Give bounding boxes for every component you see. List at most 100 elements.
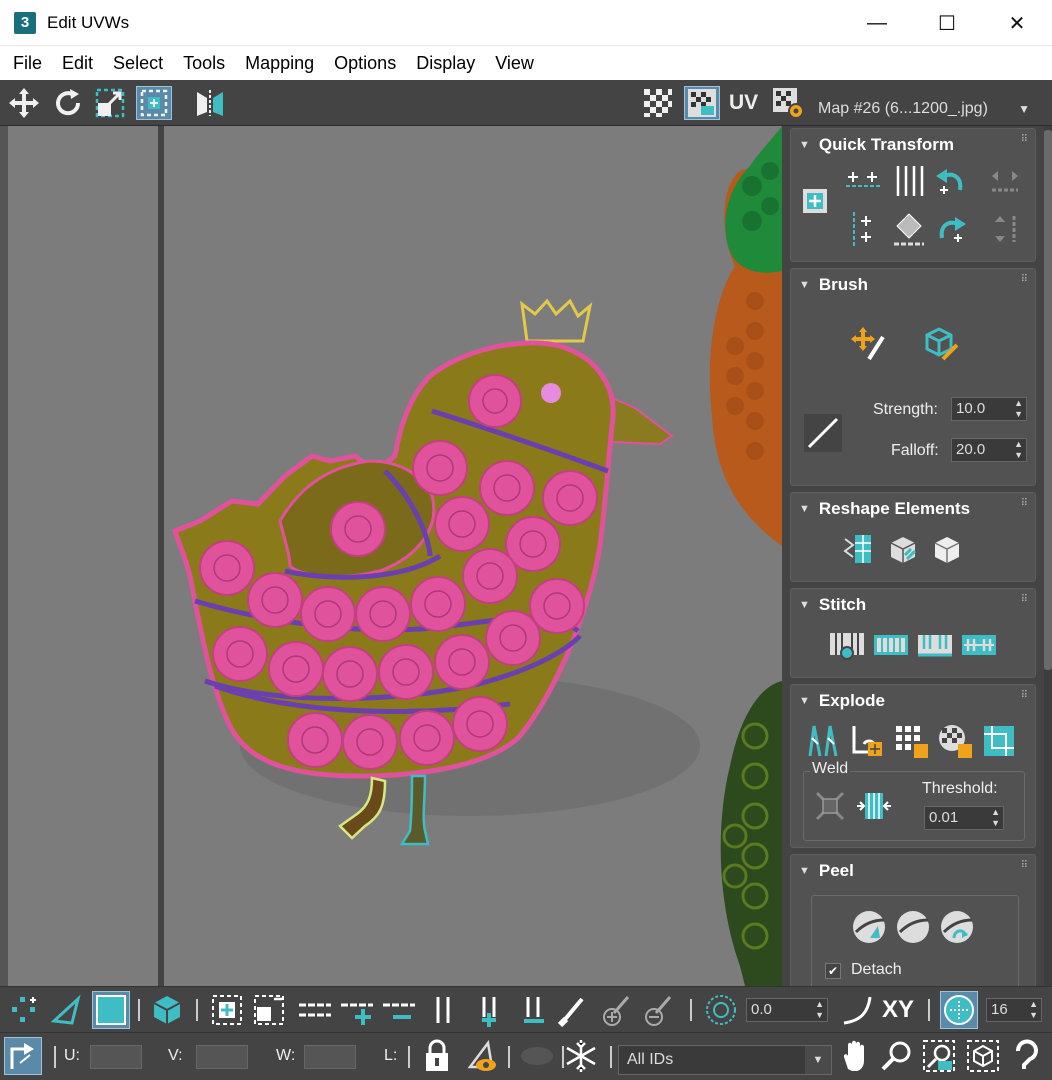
grip-icon[interactable]: ⠿ bbox=[1021, 691, 1028, 701]
zoom-region-icon[interactable] bbox=[920, 1037, 958, 1075]
rotate-icon[interactable] bbox=[50, 86, 86, 120]
stitch-average-icon[interactable] bbox=[915, 625, 955, 665]
help-icon[interactable] bbox=[1008, 1037, 1046, 1075]
explode-checker-icon[interactable] bbox=[935, 721, 975, 761]
w-coordinate-input[interactable] bbox=[304, 1045, 356, 1069]
grip-icon[interactable]: ⠿ bbox=[1021, 275, 1028, 285]
uv-shell-beak[interactable] bbox=[611, 396, 674, 446]
paint-select-icon[interactable] bbox=[554, 991, 592, 1029]
menu-mapping[interactable]: Mapping bbox=[235, 46, 324, 80]
soft-selection-falloff-spinner[interactable]: 0.0 ▲ ▼ bbox=[746, 998, 828, 1022]
flip-horizontal-icon[interactable] bbox=[985, 161, 1025, 201]
paint-move-brush-icon[interactable] bbox=[849, 323, 889, 363]
rotate-ccw-icon[interactable] bbox=[931, 161, 971, 201]
relax-icon[interactable] bbox=[927, 529, 967, 569]
rollout-brush-header[interactable]: ▼ Brush bbox=[799, 275, 868, 295]
straighten-selection-icon[interactable] bbox=[839, 529, 879, 569]
show-map-icon[interactable] bbox=[684, 86, 720, 120]
ring-grow-icon[interactable] bbox=[470, 991, 508, 1029]
uv-shell-crown[interactable] bbox=[520, 298, 593, 343]
map-settings-icon[interactable] bbox=[770, 86, 806, 120]
pan-hand-icon[interactable] bbox=[836, 1037, 874, 1075]
quick-peel-icon[interactable] bbox=[849, 907, 889, 947]
falloff-type-icon[interactable] bbox=[838, 991, 876, 1029]
relax-until-flat-icon[interactable] bbox=[883, 529, 923, 569]
stitch-to-target-icon[interactable] bbox=[871, 625, 911, 665]
menu-view[interactable]: View bbox=[485, 46, 544, 80]
edge-mode-icon[interactable] bbox=[48, 991, 86, 1029]
flatten-icon[interactable] bbox=[979, 721, 1019, 761]
edge-distance-spinner[interactable]: 16 ▲ ▼ bbox=[986, 998, 1042, 1022]
spinner-arrows-icon[interactable]: ▲ ▼ bbox=[1014, 439, 1023, 461]
loop-shrink-icon[interactable] bbox=[380, 991, 418, 1029]
mirror-icon[interactable] bbox=[192, 86, 228, 120]
paint-select-grow-icon[interactable] bbox=[598, 991, 636, 1029]
minimize-button[interactable]: — bbox=[842, 0, 912, 46]
grip-icon[interactable]: ⠿ bbox=[1021, 595, 1028, 605]
explode-by-material-icon[interactable] bbox=[891, 721, 931, 761]
hide-selected-icon[interactable] bbox=[518, 1037, 556, 1075]
menu-display[interactable]: Display bbox=[406, 46, 485, 80]
ring-shrink-icon[interactable] bbox=[514, 991, 552, 1029]
uv-shell-eye[interactable] bbox=[541, 383, 561, 403]
menu-options[interactable]: Options bbox=[324, 46, 406, 80]
align-horizontal-icon[interactable] bbox=[843, 161, 883, 201]
menu-select[interactable]: Select bbox=[103, 46, 173, 80]
spinner-arrows-icon[interactable]: ▲ ▼ bbox=[1014, 398, 1023, 420]
menu-file[interactable]: File bbox=[3, 46, 52, 80]
threshold-spinner[interactable]: 0.01 ▲ ▼ bbox=[924, 806, 1004, 830]
spinner-arrows-icon[interactable]: ▲ ▼ bbox=[991, 807, 1000, 829]
set-pivot-icon[interactable] bbox=[795, 181, 835, 221]
panel-scrollbar-thumb[interactable] bbox=[1044, 130, 1052, 670]
loop-grow-icon[interactable] bbox=[338, 991, 376, 1029]
map-dropdown[interactable]: Map #26 (6...1200_.jpg) ▼ bbox=[810, 93, 1040, 125]
peel-mode-icon[interactable] bbox=[893, 907, 933, 947]
ring-select-icon[interactable] bbox=[424, 991, 462, 1029]
close-button[interactable]: ✕ bbox=[982, 0, 1052, 46]
checker-pattern-icon[interactable] bbox=[640, 86, 676, 120]
absolute-offset-toggle-icon[interactable] bbox=[4, 1037, 42, 1075]
rollout-reshape-header[interactable]: ▼ Reshape Elements bbox=[799, 499, 970, 519]
move-icon[interactable] bbox=[6, 86, 42, 120]
explode-by-smoothing-icon[interactable] bbox=[847, 721, 887, 761]
hide-show-icon[interactable] bbox=[462, 1037, 500, 1075]
align-vertical-lines-icon[interactable] bbox=[889, 161, 929, 201]
falloff-curve-icon[interactable] bbox=[803, 413, 843, 453]
relax-brush-icon[interactable] bbox=[921, 323, 961, 363]
zoom-icon[interactable] bbox=[878, 1037, 916, 1075]
grow-selection-icon[interactable] bbox=[208, 991, 246, 1029]
vertex-mode-icon[interactable] bbox=[4, 991, 42, 1029]
menu-edit[interactable]: Edit bbox=[52, 46, 103, 80]
weld-target-icon[interactable] bbox=[854, 786, 894, 826]
falloff-spinner[interactable]: 20.0 ▲ ▼ bbox=[951, 438, 1027, 462]
rollout-explode-header[interactable]: ▼ Explode bbox=[799, 691, 885, 711]
grip-icon[interactable]: ⠿ bbox=[1021, 135, 1028, 145]
shrink-selection-icon[interactable] bbox=[250, 991, 288, 1029]
rollout-quick-transform-header[interactable]: ▼ Quick Transform bbox=[799, 135, 954, 155]
scale-icon[interactable] bbox=[92, 86, 128, 120]
polygon-mode-icon[interactable] bbox=[92, 991, 130, 1029]
weld-selected-icon[interactable] bbox=[810, 786, 850, 826]
rollout-stitch-header[interactable]: ▼ Stitch bbox=[799, 595, 866, 615]
stitch-to-source-icon[interactable] bbox=[959, 625, 999, 665]
stitch-custom-icon[interactable] bbox=[827, 625, 867, 665]
loop-select-icon[interactable] bbox=[296, 991, 334, 1029]
align-to-edge-icon[interactable] bbox=[889, 209, 929, 249]
material-id-dropdown[interactable]: All IDs ▼ bbox=[618, 1045, 832, 1075]
v-coordinate-input[interactable] bbox=[196, 1045, 248, 1069]
menu-tools[interactable]: Tools bbox=[173, 46, 235, 80]
flip-vertical-icon[interactable] bbox=[985, 209, 1025, 249]
align-vertical-icon[interactable] bbox=[843, 209, 883, 249]
uv-viewport[interactable] bbox=[0, 126, 782, 986]
break-icon[interactable] bbox=[803, 721, 843, 761]
rollout-peel-header[interactable]: ▼ Peel bbox=[799, 861, 854, 881]
u-coordinate-input[interactable] bbox=[90, 1045, 142, 1069]
detach-checkbox[interactable]: ✔ bbox=[825, 963, 841, 979]
soft-selection-icon[interactable] bbox=[702, 991, 740, 1029]
limit-soft-selection-icon[interactable] bbox=[940, 991, 978, 1029]
strength-spinner[interactable]: 10.0 ▲ ▼ bbox=[951, 397, 1027, 421]
maximize-button[interactable]: ☐ bbox=[912, 0, 982, 46]
freeform-icon[interactable] bbox=[136, 86, 172, 120]
grip-icon[interactable]: ⠿ bbox=[1021, 499, 1028, 509]
spinner-arrows-icon[interactable]: ▲ ▼ bbox=[1029, 999, 1038, 1021]
